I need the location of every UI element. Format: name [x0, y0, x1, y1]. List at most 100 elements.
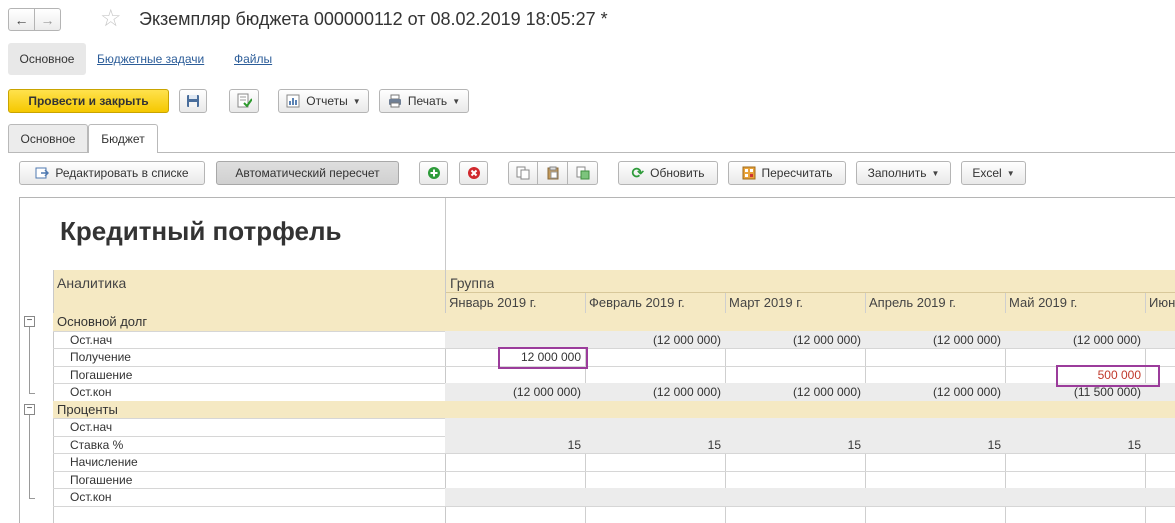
group-name: Основной долг: [57, 314, 148, 329]
edit-list-icon: [35, 167, 50, 179]
section-link-budget-tasks[interactable]: Бюджетные задачи: [97, 52, 204, 66]
post-and-close-button[interactable]: Провести и закрыть: [8, 89, 169, 113]
value-cell[interactable]: 15: [725, 438, 865, 452]
delete-row-button[interactable]: [459, 161, 488, 185]
calculator-icon: [742, 166, 755, 180]
group-bracket: [29, 327, 30, 393]
group-name: Проценты: [57, 401, 118, 417]
value-cell[interactable]: (12 000 000): [585, 385, 725, 399]
month-header: Май 2019 г.: [1009, 295, 1078, 310]
post-button[interactable]: [229, 89, 259, 113]
header-divider: [445, 292, 1175, 293]
copy-icon: [516, 166, 530, 180]
forward-button[interactable]: →: [34, 8, 61, 31]
reports-icon: [286, 94, 300, 108]
highlight-box: [1056, 364, 1160, 387]
group-row: [53, 313, 1175, 331]
tab-divider: [8, 152, 1175, 153]
row-label: Погашение: [70, 367, 133, 382]
value-cell[interactable]: (12 000 000): [1005, 333, 1145, 347]
edit-in-list-label: Редактировать в списке: [55, 166, 189, 180]
excel-button[interactable]: Excel ▼: [961, 161, 1026, 185]
computed-row-bg: [445, 418, 1175, 436]
chevron-down-icon: ▼: [1006, 168, 1015, 178]
refresh-icon: ⟳: [631, 165, 645, 182]
section-link-files[interactable]: Файлы: [234, 52, 272, 66]
row-label: Ост.нач: [70, 332, 113, 347]
budget-spreadsheet[interactable]: Кредитный потрфель Аналитика Группа Янва…: [19, 197, 1175, 523]
arrow-right-icon: →: [40, 11, 55, 28]
row-label: Ост.нач: [70, 420, 113, 434]
chevron-down-icon: ▼: [352, 96, 361, 106]
month-header: Февраль 2019 г.: [589, 295, 685, 310]
highlight-box: [498, 347, 588, 369]
fill-label: Заполнить: [867, 166, 927, 180]
report-title: Кредитный потрфель: [60, 216, 342, 246]
value-cell[interactable]: 15: [445, 438, 585, 452]
star-icon[interactable]: ☆: [100, 5, 122, 33]
group-row: [53, 400, 1175, 418]
plus-circle-icon: [427, 167, 440, 179]
printer-icon: [388, 94, 401, 108]
month-header: Апрель 2019 г.: [869, 295, 957, 310]
section-main[interactable]: Основное: [8, 43, 86, 75]
chevron-down-icon: ▼: [452, 96, 461, 106]
value-cell[interactable]: (12 000 000): [585, 333, 725, 347]
paste-button[interactable]: [537, 161, 568, 185]
group-header: Группа: [450, 275, 495, 291]
recalculate-label: Пересчитать: [761, 166, 833, 180]
value-cell[interactable]: (12 000 000): [725, 333, 865, 347]
delete-circle-icon: [467, 167, 480, 179]
copy-button[interactable]: [508, 161, 538, 185]
post-document-icon: [237, 93, 252, 108]
value-cell[interactable]: (12 000 000): [865, 385, 1005, 399]
excel-label: Excel: [972, 166, 1002, 180]
group-bracket-end: [29, 497, 35, 499]
value-cell[interactable]: 15: [865, 438, 1005, 452]
row-label: Ставка %: [70, 437, 124, 452]
floppy-disk-icon: [187, 95, 199, 107]
collapse-toggle-icon[interactable]: −: [24, 403, 35, 415]
auto-recalc-toggle[interactable]: Автоматический пересчет: [216, 161, 399, 185]
recalculate-button[interactable]: Пересчитать: [728, 161, 846, 185]
reports-button[interactable]: Отчеты ▼: [278, 89, 369, 113]
fill-button[interactable]: Заполнить ▼: [856, 161, 951, 185]
value-cell[interactable]: 15: [1005, 438, 1145, 452]
computed-row-bg: [445, 488, 1175, 506]
column-divider: [53, 270, 54, 523]
row-divider: [53, 453, 1175, 454]
grouping-gutter: [20, 198, 53, 523]
group-bracket-end: [29, 392, 35, 394]
window-title: Экземпляр бюджета 000000112 от 08.02.201…: [139, 9, 608, 29]
row-label: Начисление: [70, 455, 138, 469]
tab-budget[interactable]: Бюджет: [88, 124, 158, 153]
back-button[interactable]: ←: [8, 8, 35, 31]
row-divider: [53, 470, 1175, 472]
value-cell[interactable]: 15: [585, 438, 725, 452]
paste-icon: [547, 166, 558, 180]
month-header: Июн: [1149, 295, 1175, 310]
paste-special-icon: [576, 166, 589, 180]
print-button[interactable]: Печать ▼: [379, 89, 469, 113]
value-cell[interactable]: (12 000 000): [725, 385, 865, 399]
refresh-button[interactable]: ⟳ Обновить: [618, 161, 718, 185]
active-tab-gap: [89, 151, 157, 153]
value-cell[interactable]: (11 500 000): [1005, 385, 1145, 399]
save-button[interactable]: [179, 89, 207, 113]
add-row-button[interactable]: [419, 161, 448, 185]
reports-label: Отчеты: [306, 94, 348, 108]
group-bracket: [29, 414, 30, 498]
collapse-toggle-icon[interactable]: −: [24, 316, 35, 327]
row-label: Получение: [70, 350, 131, 364]
value-cell[interactable]: (12 000 000): [865, 333, 1005, 347]
paste-special-button[interactable]: [567, 161, 598, 185]
value-cell[interactable]: (12 000 000): [445, 385, 585, 399]
chevron-down-icon: ▼: [931, 168, 940, 178]
edit-in-list-button[interactable]: Редактировать в списке: [19, 161, 205, 185]
analytics-header: Аналитика: [57, 275, 127, 291]
row-label: Ост.кон: [70, 385, 112, 399]
print-label: Печать: [407, 94, 448, 108]
tab-main[interactable]: Основное: [8, 124, 88, 152]
row-divider: [53, 348, 1175, 349]
row-label: Погашение: [70, 472, 133, 487]
